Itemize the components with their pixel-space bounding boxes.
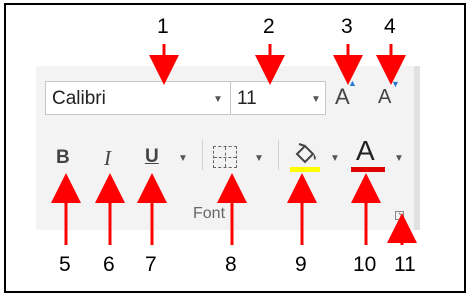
- callout-number: 9: [295, 253, 307, 276]
- callout-number: 2: [263, 15, 275, 38]
- callout-number: 10: [353, 253, 377, 276]
- callout-number: 6: [103, 253, 115, 276]
- callout-number: 5: [59, 253, 71, 276]
- callout-number: 4: [384, 15, 396, 38]
- callout-number: 1: [157, 15, 169, 38]
- callout-number: 7: [145, 253, 157, 276]
- callout-number: 8: [225, 253, 237, 276]
- callout-number: 11: [394, 253, 416, 276]
- callout-number: 3: [341, 15, 353, 38]
